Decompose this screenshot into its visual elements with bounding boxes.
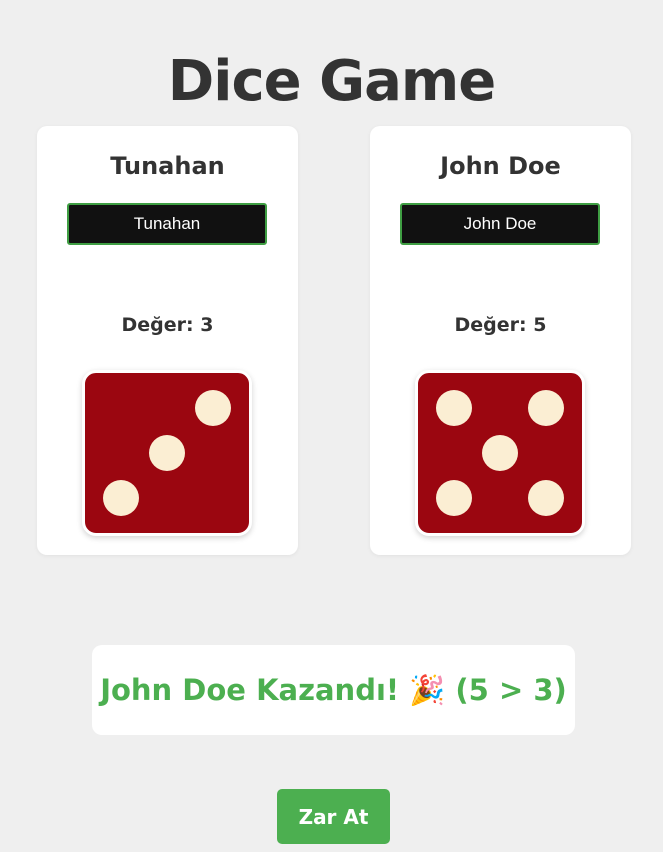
player-2-die-icon bbox=[415, 370, 585, 536]
roll-dice-button[interactable]: Zar At bbox=[277, 789, 390, 844]
player-1-name-input[interactable] bbox=[67, 203, 267, 245]
page-title: Dice Game bbox=[167, 48, 496, 114]
player-card-1: Tunahan Değer: 3 bbox=[37, 126, 298, 555]
result-message: John Doe Kazandı! 🎉 (5 > 3) bbox=[92, 645, 575, 735]
player-2-name-input[interactable] bbox=[400, 203, 600, 245]
die-pip bbox=[149, 435, 185, 471]
die-pip bbox=[482, 435, 518, 471]
die-pip bbox=[194, 390, 231, 427]
die-pip bbox=[527, 479, 564, 516]
player-card-2: John Doe Değer: 5 bbox=[370, 126, 631, 555]
player-1-value: Değer: 3 bbox=[121, 314, 214, 336]
player-2-name: John Doe bbox=[440, 152, 561, 180]
die-pip bbox=[527, 390, 564, 427]
die-pip bbox=[436, 390, 473, 427]
player-1-name: Tunahan bbox=[110, 152, 225, 180]
player-2-value: Değer: 5 bbox=[454, 314, 547, 336]
die-pip bbox=[103, 479, 140, 516]
player-1-die-icon bbox=[82, 370, 252, 536]
die-pip bbox=[436, 479, 473, 516]
